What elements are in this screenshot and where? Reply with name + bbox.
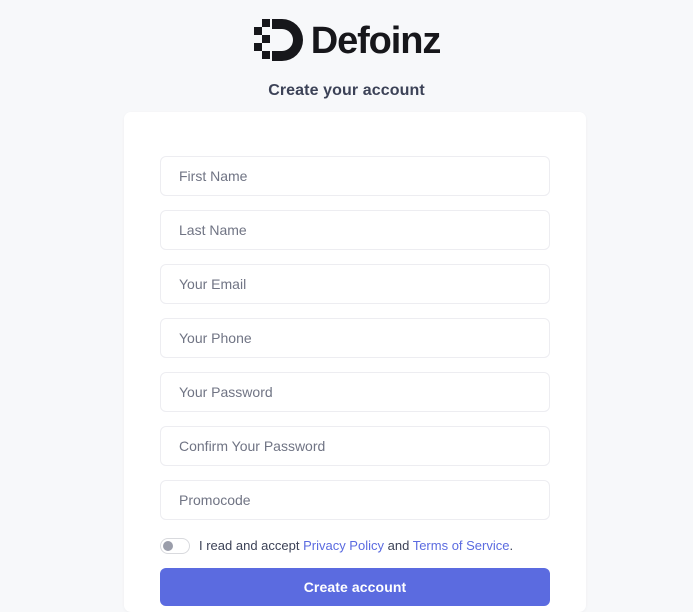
terms-toggle[interactable]: [160, 538, 190, 554]
brand-name: Defoinz: [310, 20, 442, 62]
phone-input[interactable]: [160, 318, 550, 358]
last-name-input[interactable]: [160, 210, 550, 250]
brand-logo: Defoinz: [253, 16, 441, 66]
promocode-input[interactable]: [160, 480, 550, 520]
signup-form: I read and accept Privacy Policy and Ter…: [160, 156, 550, 606]
terms-text: I read and accept Privacy Policy and Ter…: [199, 538, 513, 554]
page-title: Create your account: [268, 82, 425, 99]
first-name-input[interactable]: [160, 156, 550, 196]
defoinz-logo-mark-icon: [253, 19, 303, 61]
signup-page: Defoinz Create your account I read and a…: [0, 0, 693, 612]
password-input[interactable]: [160, 372, 550, 412]
terms-text-before: I read and accept: [199, 538, 304, 554]
terms-of-service-link[interactable]: Terms of Service: [413, 538, 510, 553]
signup-card: I read and accept Privacy Policy and Ter…: [124, 112, 586, 612]
privacy-policy-link[interactable]: Privacy Policy: [303, 538, 384, 553]
create-account-button[interactable]: Create account: [160, 568, 550, 606]
terms-acceptance-row: I read and accept Privacy Policy and Ter…: [160, 538, 550, 554]
terms-text-after: .: [509, 538, 514, 554]
email-input[interactable]: [160, 264, 550, 304]
terms-toggle-knob: [163, 541, 173, 551]
confirm-password-input[interactable]: [160, 426, 550, 466]
terms-text-between: and: [384, 538, 413, 554]
